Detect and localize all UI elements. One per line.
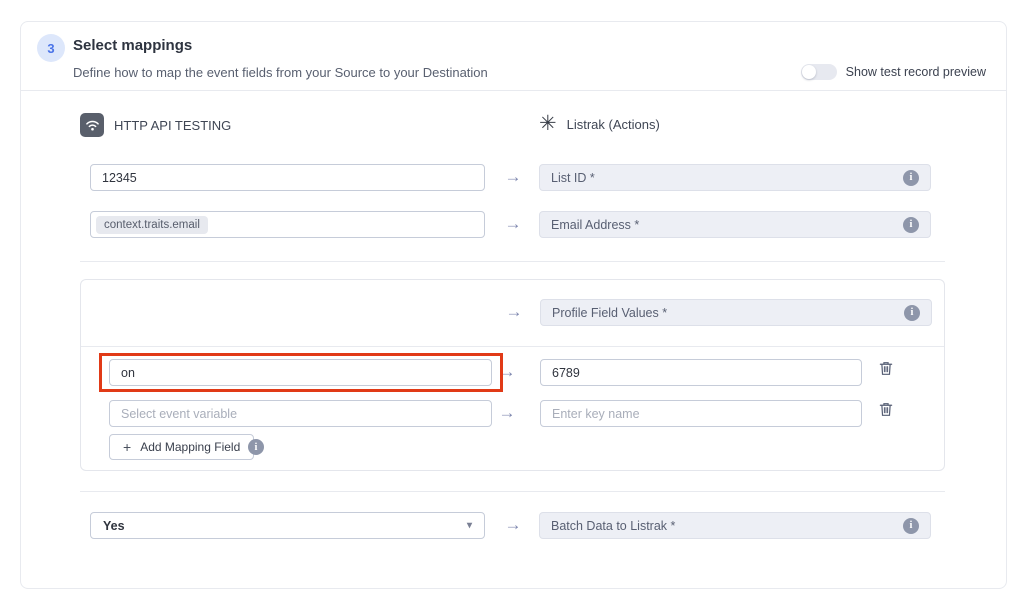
step-number-badge: 3: [37, 34, 65, 62]
profile-field-values-dest-field: Profile Field Values * i: [540, 299, 932, 326]
batch-dest-field: Batch Data to Listrak * i: [539, 512, 931, 539]
email-source-input[interactable]: context.traits.email: [90, 211, 485, 238]
info-icon[interactable]: i: [903, 518, 919, 534]
arrow-right-icon: →: [493, 403, 521, 423]
trash-icon: [879, 402, 893, 417]
toggle-label: Show test record preview: [846, 65, 986, 79]
listrak-logo-icon: ✳: [539, 113, 557, 135]
plus-icon: +: [123, 439, 131, 455]
dest-field-label: Batch Data to Listrak *: [551, 519, 903, 533]
select-mappings-card: 3 Select mappings Define how to map the …: [20, 21, 1007, 589]
select-value: Yes: [103, 519, 467, 533]
dest-field-label: List ID *: [551, 171, 903, 185]
info-icon[interactable]: i: [904, 305, 920, 321]
batch-data-select[interactable]: Yes ▾: [90, 512, 485, 539]
destination-name: Listrak (Actions): [567, 117, 660, 132]
test-record-preview-toggle-group: Show test record preview: [801, 64, 986, 80]
dest-field-label: Profile Field Values *: [552, 306, 904, 320]
mapping-variable-input[interactable]: [109, 400, 492, 427]
add-mapping-field-label: Add Mapping Field: [140, 440, 240, 454]
arrow-right-icon: →: [493, 362, 521, 382]
arrow-right-icon: →: [499, 214, 527, 234]
list-id-source-input[interactable]: [90, 164, 485, 191]
delete-mapping-button[interactable]: [879, 402, 893, 417]
mapping-variable-input[interactable]: [109, 359, 492, 386]
info-icon[interactable]: i: [903, 217, 919, 233]
group-inner-divider: [81, 346, 944, 347]
section-divider: [80, 491, 945, 492]
section-divider: [80, 261, 945, 262]
list-id-dest-field: List ID * i: [539, 164, 931, 191]
source-name: HTTP API TESTING: [114, 118, 231, 133]
dest-field-label: Email Address *: [551, 218, 903, 232]
page-subtitle: Define how to map the event fields from …: [73, 65, 488, 80]
arrow-right-icon: →: [499, 167, 527, 187]
header-divider: [21, 90, 1006, 91]
event-variable-chip[interactable]: context.traits.email: [96, 216, 208, 234]
source-header: HTTP API TESTING: [80, 113, 231, 137]
email-dest-field: Email Address * i: [539, 211, 931, 238]
info-icon[interactable]: i: [248, 439, 264, 455]
show-test-record-preview-toggle[interactable]: [801, 64, 837, 80]
delete-mapping-button[interactable]: [879, 361, 893, 376]
source-wifi-icon: [80, 113, 104, 137]
mapping-key-input[interactable]: [540, 359, 862, 386]
info-icon[interactable]: i: [903, 170, 919, 186]
toggle-knob: [802, 65, 816, 79]
page-title: Select mappings: [73, 37, 192, 54]
arrow-right-icon: →: [500, 302, 528, 322]
arrow-right-icon: →: [499, 515, 527, 535]
mapping-key-input[interactable]: [540, 400, 862, 427]
chevron-down-icon: ▾: [467, 520, 472, 531]
trash-icon: [879, 361, 893, 376]
profile-field-values-group: → Profile Field Values * i → →: [80, 279, 945, 471]
destination-header: ✳ Listrak (Actions): [539, 113, 660, 135]
add-mapping-field-button[interactable]: + Add Mapping Field: [109, 434, 254, 460]
